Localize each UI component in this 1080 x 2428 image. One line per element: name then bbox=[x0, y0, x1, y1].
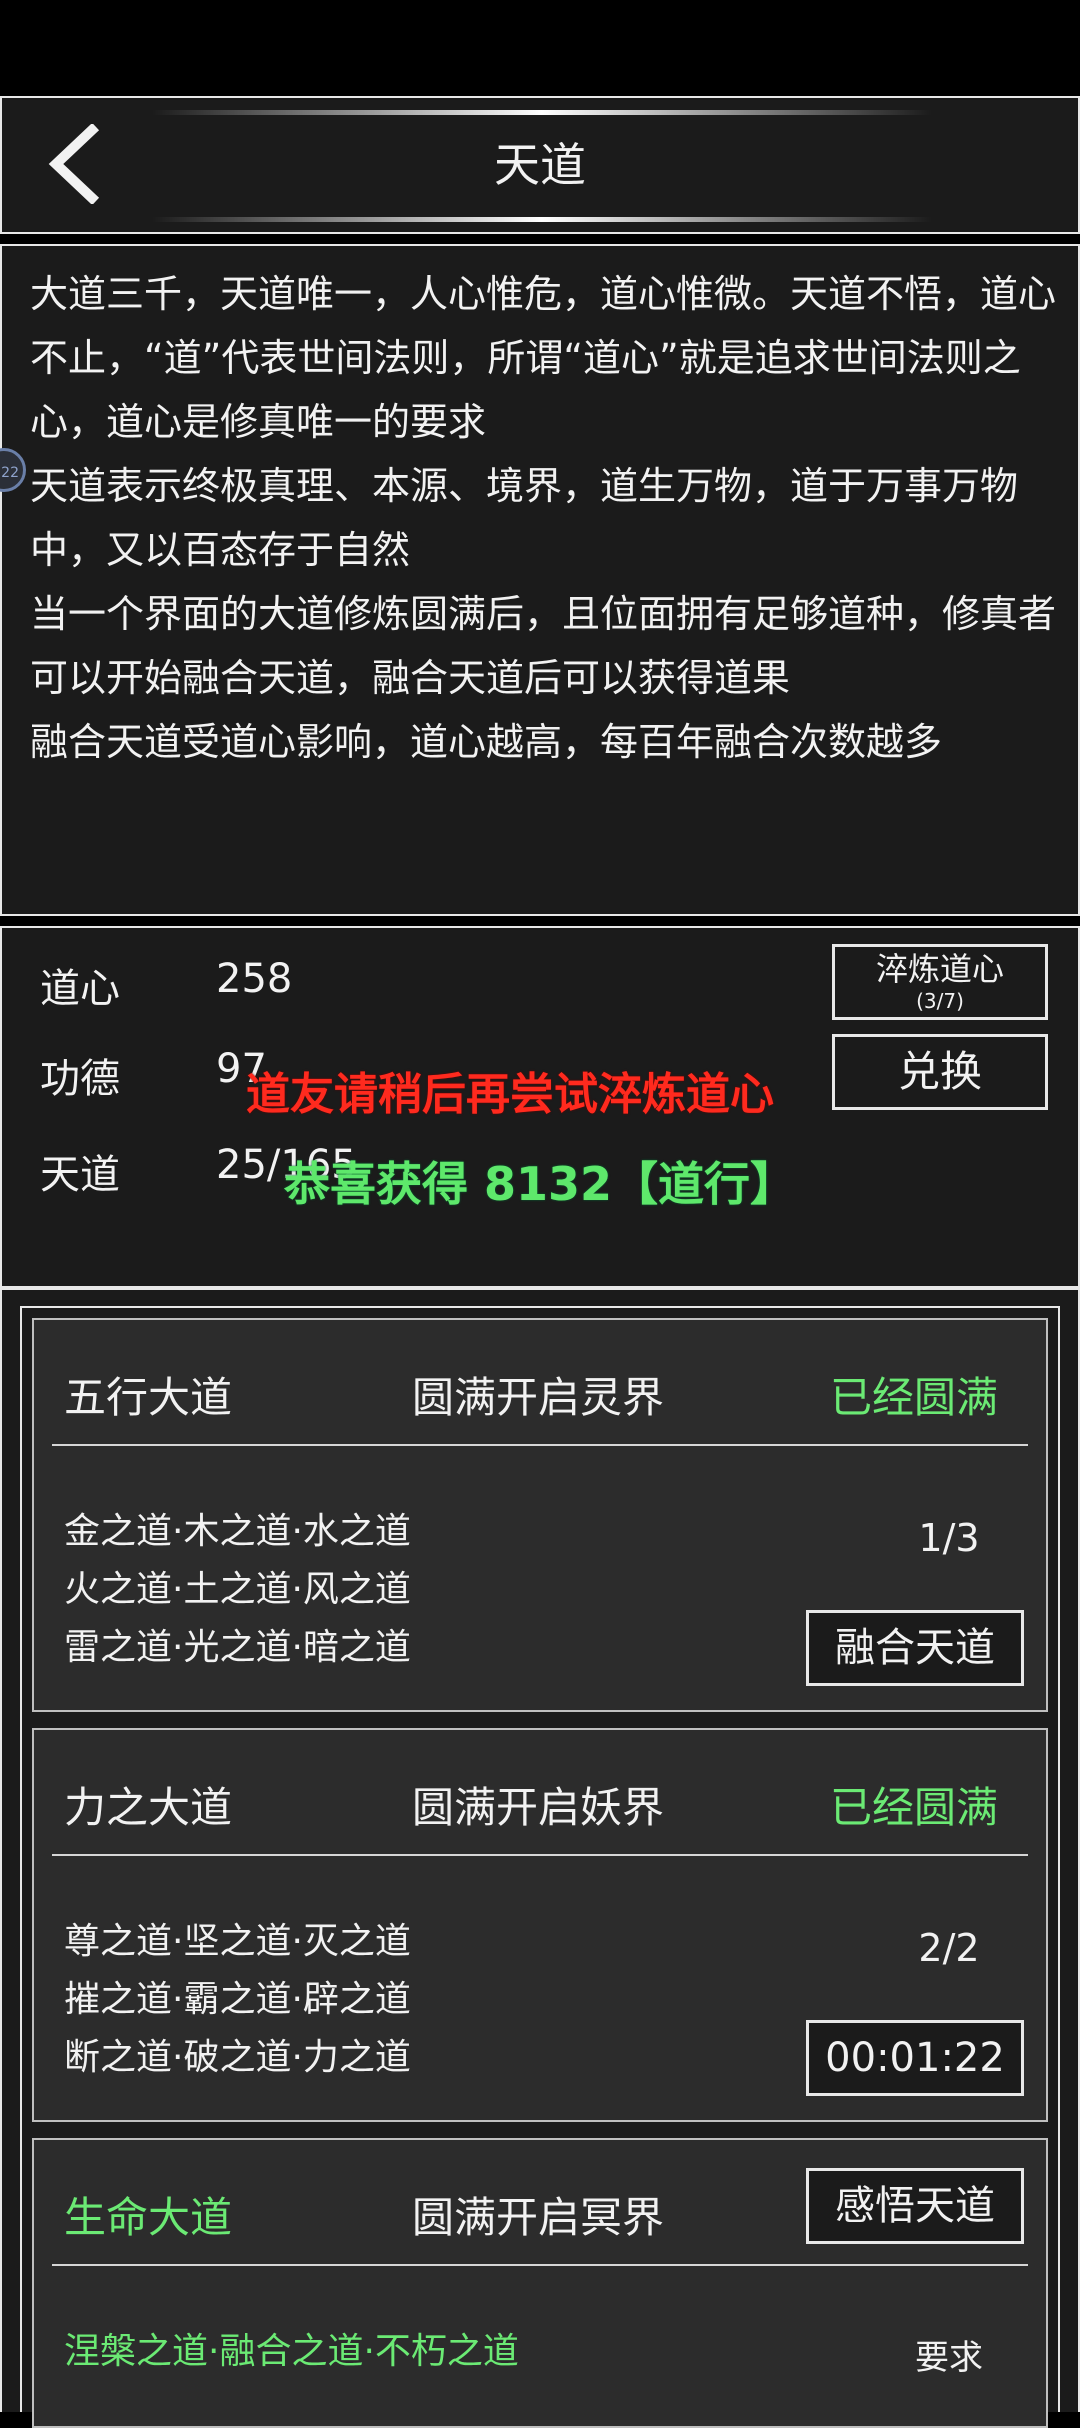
dao-requirement: 圆满开启冥界 bbox=[412, 2193, 665, 2242]
dao-name: 生命大道 bbox=[64, 2193, 233, 2242]
dao-card: 五行大道 圆满开启灵界 已经圆满 金之道·木之道·水之道 火之道·土之道·风之道… bbox=[32, 1318, 1048, 1712]
dao-subpaths: 火之道·土之道·风之道 bbox=[64, 1569, 411, 1610]
temper-daoxin-label: 淬炼道心 bbox=[875, 950, 1004, 988]
dao-subpaths: 雷之道·光之道·暗之道 bbox=[64, 1627, 411, 1668]
divider bbox=[52, 2264, 1028, 2266]
gongde-label: 功德 bbox=[40, 1056, 120, 1102]
requirement-label: 要求 bbox=[915, 2338, 983, 2378]
description-paragraph: 大道三千，天道唯一，人心惟危，道心惟微。天道不悟，道心不止，“道”代表世间法则，… bbox=[30, 272, 1057, 444]
dao-status: 已经圆满 bbox=[830, 1783, 999, 1832]
dao-requirement: 圆满开启灵界 bbox=[412, 1373, 665, 1422]
daoxin-value: 258 bbox=[216, 956, 293, 1002]
dao-card: 生命大道 圆满开启冥界 感悟天道 涅槃之道·融合之道·不朽之道 要求 bbox=[32, 2138, 1048, 2428]
dao-subpaths: 金之道·木之道·水之道 bbox=[64, 1511, 411, 1552]
toast-message-error: 道友请稍后再尝试淬炼道心 bbox=[246, 1069, 774, 1120]
divider bbox=[52, 1444, 1028, 1446]
description-text: 大道三千，天道唯一，人心惟危，道心惟微。天道不悟，道心不止，“道”代表世间法则，… bbox=[30, 262, 1060, 774]
tiandao-label: 天道 bbox=[40, 1152, 120, 1198]
header-glow-top bbox=[152, 110, 932, 115]
temper-daoxin-count: (3/7) bbox=[916, 989, 964, 1013]
dao-status: 已经圆满 bbox=[830, 1373, 999, 1422]
dao-progress: 1/3 bbox=[918, 1516, 980, 1560]
dao-card: 力之大道 圆满开启妖界 已经圆满 尊之道·坚之道·灭之道 摧之道·霸之道·辟之道… bbox=[32, 1728, 1048, 2122]
dao-subpaths: 断之道·破之道·力之道 bbox=[64, 2037, 411, 2078]
dao-subpaths: 尊之道·坚之道·灭之道 bbox=[64, 1921, 411, 1962]
comprehend-tiandao-button[interactable]: 感悟天道 bbox=[806, 2168, 1024, 2244]
description-paragraph: 天道表示终极真理、本源、境界，道生万物，道于万事万物中，又以百态存于自然 bbox=[30, 464, 1019, 572]
cooldown-timer-button[interactable]: 00:01:22 bbox=[806, 2020, 1024, 2096]
dao-name: 力之大道 bbox=[64, 1783, 233, 1832]
temper-daoxin-button[interactable]: 淬炼道心 (3/7) bbox=[832, 944, 1048, 1020]
fuse-tiandao-button[interactable]: 融合天道 bbox=[806, 1610, 1024, 1686]
toast-message-reward: 恭喜获得 8132【道行】 bbox=[284, 1157, 797, 1211]
dao-subpaths: 摧之道·霸之道·辟之道 bbox=[64, 1979, 411, 2020]
description-paragraph: 融合天道受道心影响，道心越高，每百年融合次数越多 bbox=[30, 720, 943, 764]
dao-subpaths: 涅槃之道·融合之道·不朽之道 bbox=[64, 2331, 519, 2372]
description-paragraph: 当一个界面的大道修炼圆满后，且位面拥有足够道种，修真者可以开始融合天道，融合天道… bbox=[30, 592, 1057, 700]
daoxin-label: 道心 bbox=[40, 966, 120, 1012]
page-title: 天道 bbox=[494, 138, 586, 192]
dao-name: 五行大道 bbox=[64, 1373, 233, 1422]
divider bbox=[52, 1854, 1028, 1856]
header-glow-bottom bbox=[152, 217, 932, 222]
dao-progress: 2/2 bbox=[918, 1926, 980, 1970]
exchange-button[interactable]: 兑换 bbox=[832, 1034, 1048, 1110]
dao-requirement: 圆满开启妖界 bbox=[412, 1783, 665, 1832]
